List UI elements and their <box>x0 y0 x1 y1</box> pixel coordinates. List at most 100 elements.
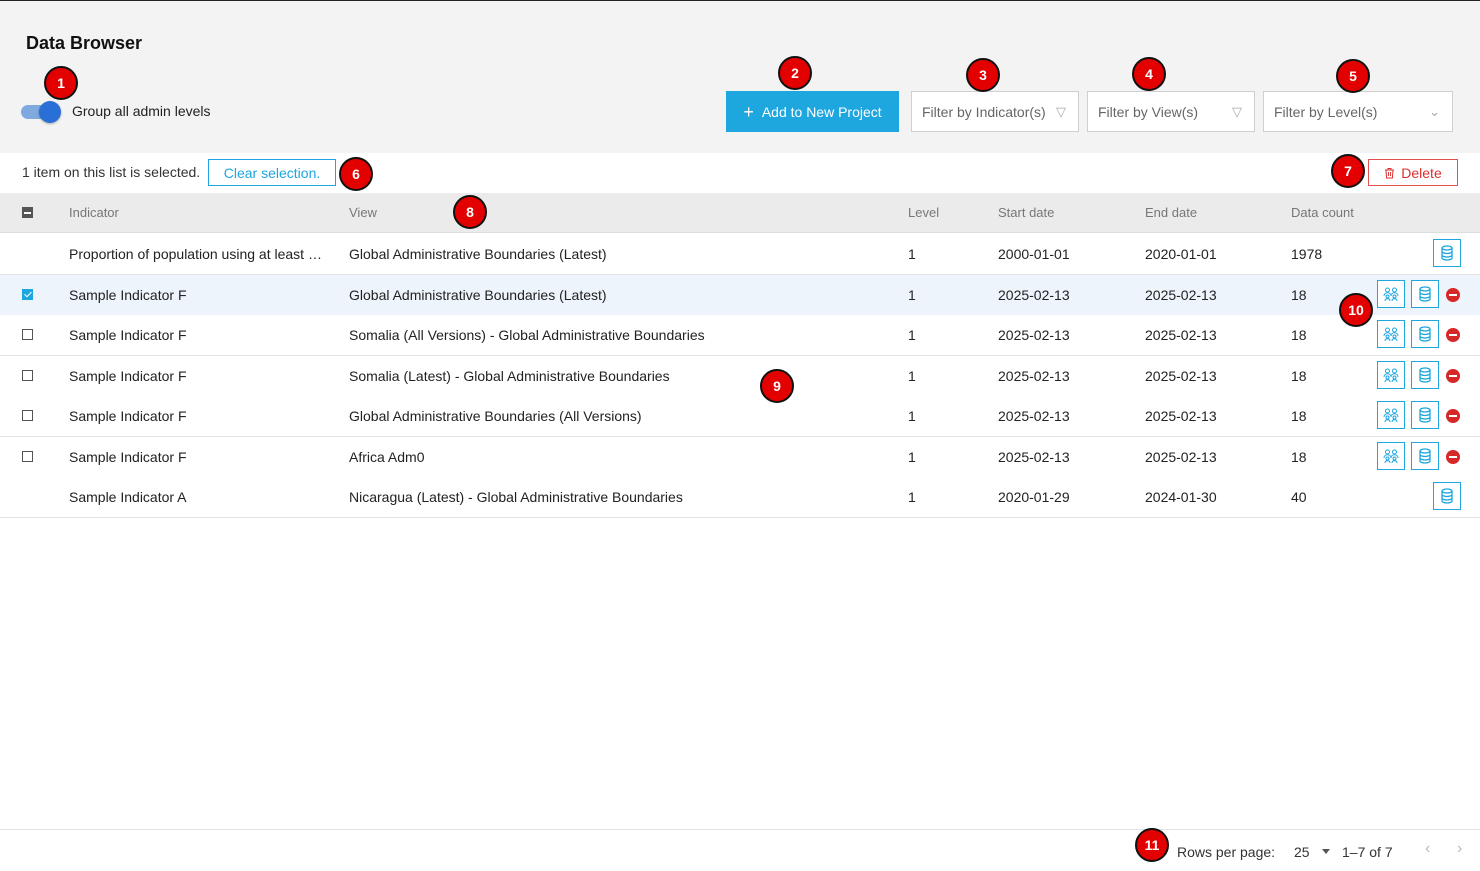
annotation-marker: 6 <box>339 157 373 191</box>
cell-indicator: Sample Indicator A <box>69 489 187 505</box>
remove-icon[interactable] <box>1446 450 1460 464</box>
cell-end-date: 2020-01-01 <box>1145 246 1217 262</box>
cell-view: Somalia (Latest) - Global Administrative… <box>349 368 670 384</box>
database-button[interactable] <box>1433 239 1461 267</box>
table-row[interactable]: Sample Indicator A Nicaragua (Latest) - … <box>0 477 1480 518</box>
funnel-icon: ▽ <box>1232 103 1242 119</box>
column-indicator[interactable]: Indicator <box>69 205 119 220</box>
rows-per-page-select[interactable]: 25 <box>1294 844 1310 860</box>
cell-start-date: 2025-02-13 <box>998 327 1070 343</box>
caret-down-icon[interactable] <box>1322 849 1330 854</box>
annotation-marker: 3 <box>966 58 1000 92</box>
cell-start-date: 2020-01-29 <box>998 489 1070 505</box>
chevron-right-icon[interactable]: › <box>1457 840 1462 858</box>
column-end-date[interactable]: End date <box>1145 205 1197 220</box>
database-button[interactable] <box>1411 442 1439 470</box>
remove-icon[interactable] <box>1446 328 1460 342</box>
cell-data-count: 40 <box>1291 489 1307 505</box>
cell-end-date: 2024-01-30 <box>1145 489 1217 505</box>
chevron-left-icon[interactable]: ‹ <box>1425 840 1430 858</box>
filter-view-placeholder: Filter by View(s) <box>1098 103 1199 120</box>
filter-level-select[interactable]: Filter by Level(s) ⌄ <box>1263 91 1453 132</box>
plus-icon: + <box>743 101 754 122</box>
cell-data-count: 18 <box>1291 368 1307 384</box>
database-button[interactable] <box>1433 482 1461 510</box>
filter-indicator-select[interactable]: Filter by Indicator(s) ▽ <box>911 91 1079 132</box>
database-icon <box>1419 326 1431 342</box>
cell-level: 1 <box>908 246 916 262</box>
database-button[interactable] <box>1411 280 1439 308</box>
filter-view-select[interactable]: Filter by View(s) ▽ <box>1087 91 1255 132</box>
users-button[interactable] <box>1377 320 1405 348</box>
delete-button[interactable]: Delete <box>1368 159 1458 186</box>
toggle-label: Group all admin levels <box>72 103 211 119</box>
cell-data-count: 18 <box>1291 287 1307 303</box>
annotation-marker: 11 <box>1135 828 1169 862</box>
table-row[interactable]: Sample Indicator F Global Administrative… <box>0 396 1480 437</box>
table-row[interactable]: Proportion of population using at least … <box>0 234 1480 275</box>
select-all-checkbox[interactable] <box>22 207 33 218</box>
cell-indicator: Sample Indicator F <box>69 368 187 384</box>
table-row[interactable]: Sample Indicator F Global Administrative… <box>0 275 1480 316</box>
cell-indicator: Sample Indicator F <box>69 327 187 343</box>
row-checkbox[interactable] <box>22 329 33 340</box>
cell-end-date: 2025-02-13 <box>1145 327 1217 343</box>
table-row[interactable]: Sample Indicator F Somalia (All Versions… <box>0 315 1480 356</box>
cell-end-date: 2025-02-13 <box>1145 408 1217 424</box>
cell-indicator: Sample Indicator F <box>69 408 187 424</box>
annotation-marker: 5 <box>1336 59 1370 93</box>
cell-start-date: 2025-02-13 <box>998 408 1070 424</box>
database-button[interactable] <box>1411 401 1439 429</box>
cell-level: 1 <box>908 327 916 343</box>
page-title: Data Browser <box>26 33 143 53</box>
page-header: Data Browser Group all admin levels + Ad… <box>0 1 1480 153</box>
remove-icon[interactable] <box>1446 369 1460 383</box>
cell-data-count: 18 <box>1291 327 1307 343</box>
group-admin-levels-toggle[interactable] <box>20 101 62 123</box>
annotation-marker: 7 <box>1331 154 1365 188</box>
remove-icon[interactable] <box>1446 409 1460 423</box>
cell-level: 1 <box>908 368 916 384</box>
annotation-marker: 1 <box>44 66 78 100</box>
filter-level-placeholder: Filter by Level(s) <box>1274 103 1378 120</box>
table-row[interactable]: Sample Indicator F Africa Adm0 1 2025-02… <box>0 437 1480 478</box>
toggle-knob <box>39 101 61 123</box>
row-checkbox[interactable] <box>22 370 33 381</box>
users-button[interactable] <box>1377 401 1405 429</box>
database-icon <box>1441 488 1453 504</box>
users-icon <box>1383 408 1399 422</box>
row-checkbox[interactable] <box>22 410 33 421</box>
column-start-date[interactable]: Start date <box>998 205 1054 220</box>
users-icon <box>1383 449 1399 463</box>
row-checkbox[interactable] <box>22 289 33 300</box>
cell-indicator: Proportion of population using at least … <box>69 246 324 262</box>
users-button[interactable] <box>1377 280 1405 308</box>
annotation-marker: 8 <box>453 195 487 229</box>
clear-selection-button[interactable]: Clear selection. <box>208 159 336 186</box>
users-button[interactable] <box>1377 361 1405 389</box>
table-row[interactable]: Sample Indicator F Somalia (Latest) - Gl… <box>0 356 1480 397</box>
cell-level: 1 <box>908 489 916 505</box>
cell-end-date: 2025-02-13 <box>1145 449 1217 465</box>
column-data-count[interactable]: Data count <box>1291 205 1354 220</box>
remove-icon[interactable] <box>1446 288 1460 302</box>
column-view[interactable]: View <box>349 205 377 220</box>
table-footer: Rows per page: 25 1–7 of 7 ‹ › <box>0 829 1480 871</box>
annotation-marker: 4 <box>1132 57 1166 91</box>
cell-start-date: 2025-02-13 <box>998 368 1070 384</box>
cell-view: Nicaragua (Latest) - Global Administrati… <box>349 489 683 505</box>
add-button-label: Add to New Project <box>761 103 882 120</box>
users-icon <box>1383 327 1399 341</box>
rows-per-page-label: Rows per page: <box>1177 844 1276 860</box>
column-level[interactable]: Level <box>908 205 939 220</box>
database-button[interactable] <box>1411 320 1439 348</box>
row-checkbox[interactable] <box>22 451 33 462</box>
filter-indicator-placeholder: Filter by Indicator(s) <box>922 103 1046 120</box>
database-icon <box>1441 245 1453 261</box>
database-icon <box>1419 367 1431 383</box>
annotation-marker: 10 <box>1339 293 1373 327</box>
database-icon <box>1419 286 1431 302</box>
add-to-new-project-button[interactable]: + Add to New Project <box>726 91 899 132</box>
users-button[interactable] <box>1377 442 1405 470</box>
database-button[interactable] <box>1411 361 1439 389</box>
